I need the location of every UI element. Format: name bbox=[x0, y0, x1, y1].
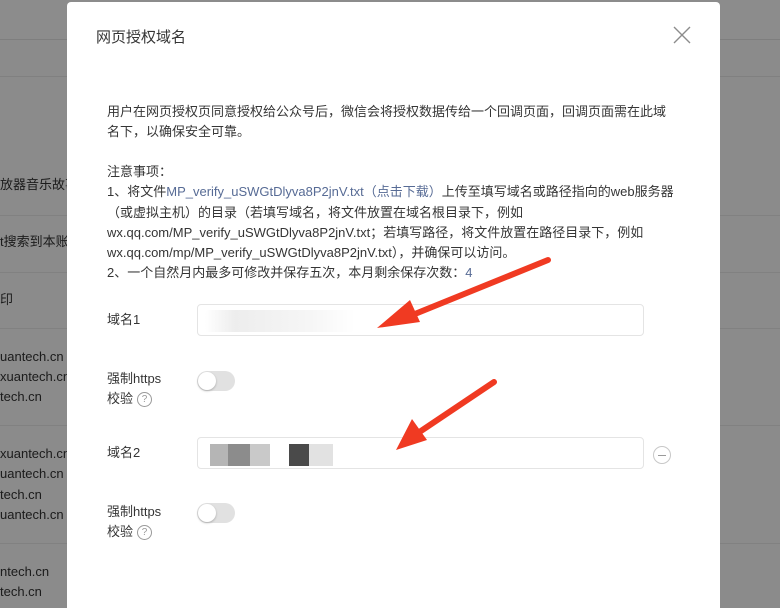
redacted-pixel bbox=[210, 444, 228, 466]
download-file-link[interactable]: MP_verify_uSWGtDlyva8P2jnV.txt（点击下载） bbox=[166, 184, 441, 199]
help-icon[interactable]: ? bbox=[137, 392, 153, 408]
redacted-domain1 bbox=[205, 310, 355, 332]
https2-label: 强制https 校验? bbox=[107, 502, 161, 542]
toggle-knob bbox=[198, 372, 216, 390]
close-button[interactable] bbox=[671, 24, 693, 46]
notes-item-2-text: 2、一个自然月内最多可修改并保存五次，本月剩余保存次数： bbox=[107, 265, 466, 281]
https1-label-line2-text: 校验 bbox=[107, 391, 134, 406]
notes-item-1: 1、将文件MP_verify_uSWGtDlyva8P2jnV.txt（点击下载… bbox=[107, 182, 687, 263]
notes-item-2: 2、一个自然月内最多可修改并保存五次，本月剩余保存次数：4 bbox=[107, 263, 687, 283]
notes-item-1-prefix: 1、将文件 bbox=[107, 184, 167, 200]
https2-label-line1: 强制https bbox=[107, 504, 162, 519]
dialog-title: 网页授权域名 bbox=[96, 29, 187, 46]
notes-heading: 注意事项： bbox=[107, 164, 173, 179]
https1-label-line1: 强制https bbox=[107, 371, 162, 386]
https2-label-line2-text: 校验 bbox=[107, 524, 134, 539]
redacted-pixel bbox=[289, 444, 309, 466]
https1-label-line2: 校验? bbox=[107, 389, 161, 409]
https1-toggle[interactable] bbox=[197, 371, 235, 391]
redacted-pixel bbox=[250, 444, 270, 466]
domain-auth-dialog: 网页授权域名 用户在网页授权页同意授权给公众号后，微信会将授权数据传给一个回调页… bbox=[67, 2, 720, 608]
redacted-pixel bbox=[228, 444, 250, 466]
remaining-count: 4 bbox=[465, 265, 473, 281]
redacted-pixel bbox=[309, 444, 333, 466]
https2-label-line2: 校验? bbox=[107, 522, 161, 542]
remove-domain2-button[interactable] bbox=[653, 446, 671, 464]
dialog-description: 用户在网页授权页同意授权给公众号后，微信会将授权数据传给一个回调页面，回调页面需… bbox=[107, 104, 667, 139]
https2-toggle[interactable] bbox=[197, 503, 235, 523]
notes-section: 注意事项： 1、将文件MP_verify_uSWGtDlyva8P2jnV.tx… bbox=[107, 162, 687, 284]
https1-label: 强制https 校验? bbox=[107, 369, 161, 409]
close-icon bbox=[673, 26, 691, 44]
toggle-knob bbox=[198, 504, 216, 522]
domain2-label: 域名2 bbox=[107, 445, 141, 460]
domain1-label: 域名1 bbox=[107, 312, 141, 327]
help-icon[interactable]: ? bbox=[137, 525, 153, 541]
